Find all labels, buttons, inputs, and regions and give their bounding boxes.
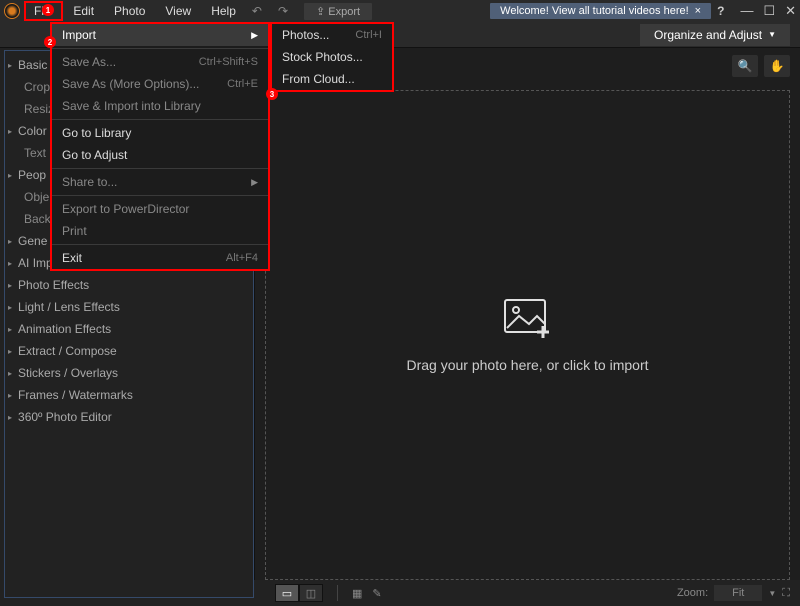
minimize-icon[interactable]: —	[740, 3, 753, 19]
statusbar: ▭ ◫ ▦ ✎ Zoom: Fit ▼ ⛶	[0, 580, 800, 606]
sidebar-group-360[interactable]: 360º Photo Editor	[0, 406, 254, 428]
close-icon[interactable]: ×	[695, 5, 701, 17]
window-controls: — ☐ ✕	[740, 3, 796, 19]
drop-zone[interactable]: Drag your photo here, or click to import	[265, 90, 790, 580]
titlebar: File Edit Photo View Help ↶ ↷ ⇪ Export W…	[0, 0, 800, 22]
fullscreen-icon[interactable]: ⛶	[782, 587, 790, 600]
dd-saveas[interactable]: Save As...Ctrl+Shift+S	[52, 51, 268, 73]
undo-icon[interactable]: ↶	[246, 4, 268, 18]
file-dropdown: Import▶ Save As...Ctrl+Shift+S Save As (…	[50, 22, 270, 271]
chevron-down-icon: ▼	[768, 30, 776, 39]
redo-icon[interactable]: ↷	[272, 4, 294, 18]
sub-cloud[interactable]: From Cloud...	[272, 68, 392, 90]
dd-saveas-more[interactable]: Save As (More Options)...Ctrl+E	[52, 73, 268, 95]
undo-redo-group: ↶ ↷	[246, 4, 294, 18]
annotation-badge-2: 2	[44, 36, 56, 48]
mode-dropdown[interactable]: Organize and Adjust ▼	[640, 24, 790, 46]
welcome-text: Welcome! View all tutorial videos here!	[500, 5, 689, 17]
export-button[interactable]: ⇪ Export	[304, 3, 372, 20]
sidebar-group-frames[interactable]: Frames / Watermarks	[0, 384, 254, 406]
annotation-badge-3: 3	[266, 88, 278, 100]
drop-text: Drag your photo here, or click to import	[407, 357, 649, 373]
menu-photo[interactable]: Photo	[104, 1, 155, 21]
sub-photos[interactable]: Photos...Ctrl+I	[272, 24, 392, 46]
import-submenu: Photos...Ctrl+I Stock Photos... From Clo…	[270, 22, 394, 92]
submenu-arrow-icon: ▶	[251, 177, 258, 188]
close-window-icon[interactable]: ✕	[785, 3, 796, 19]
mode-label: Organize and Adjust	[654, 28, 762, 42]
menu-edit[interactable]: Edit	[63, 1, 104, 21]
sidebar-group-animation[interactable]: Animation Effects	[0, 318, 254, 340]
dd-go-library[interactable]: Go to Library	[52, 122, 268, 144]
menu-help[interactable]: Help	[201, 1, 246, 21]
dd-export-pd[interactable]: Export to PowerDirector	[52, 198, 268, 220]
help-icon[interactable]: ?	[717, 4, 724, 18]
welcome-banner[interactable]: Welcome! View all tutorial videos here! …	[490, 3, 711, 19]
dd-save-import[interactable]: Save & Import into Library	[52, 95, 268, 117]
view-split-icon[interactable]: ◫	[299, 584, 323, 602]
menubar: File Edit Photo View Help	[24, 1, 246, 21]
grid-icon[interactable]: ▦	[352, 587, 362, 600]
sidebar-group-effects[interactable]: Photo Effects	[0, 274, 254, 296]
image-import-icon	[503, 298, 553, 343]
dd-print[interactable]: Print	[52, 220, 268, 242]
app-logo-icon	[4, 3, 20, 19]
zoom-value[interactable]: Fit	[714, 585, 762, 601]
brush-icon[interactable]: ✎	[372, 587, 381, 600]
sidebar-group-extract[interactable]: Extract / Compose	[0, 340, 254, 362]
view-mode-buttons: ▭ ◫	[275, 584, 323, 602]
sidebar-group-light[interactable]: Light / Lens Effects	[0, 296, 254, 318]
dd-go-adjust[interactable]: Go to Adjust	[52, 144, 268, 166]
view-single-icon[interactable]: ▭	[275, 584, 299, 602]
dd-exit[interactable]: ExitAlt+F4	[52, 247, 268, 269]
annotation-badge-1: 1	[42, 4, 54, 16]
sidebar-group-stickers[interactable]: Stickers / Overlays	[0, 362, 254, 384]
zoom-control: Zoom: Fit ▼ ⛶	[677, 585, 790, 601]
sub-stock[interactable]: Stock Photos...	[272, 46, 392, 68]
dd-share[interactable]: Share to...▶	[52, 171, 268, 193]
dd-import[interactable]: Import▶	[52, 24, 268, 46]
pan-tool-icon[interactable]: ✋	[764, 55, 790, 77]
maximize-icon[interactable]: ☐	[763, 3, 775, 19]
submenu-arrow-icon: ▶	[251, 30, 258, 41]
chevron-down-icon[interactable]: ▼	[768, 589, 776, 598]
zoom-label: Zoom:	[677, 587, 708, 599]
canvas-area: 🔍 ✋ Drag your photo here, or click to im…	[255, 48, 800, 580]
zoom-tool-icon[interactable]: 🔍	[732, 55, 758, 77]
menu-view[interactable]: View	[155, 1, 201, 21]
